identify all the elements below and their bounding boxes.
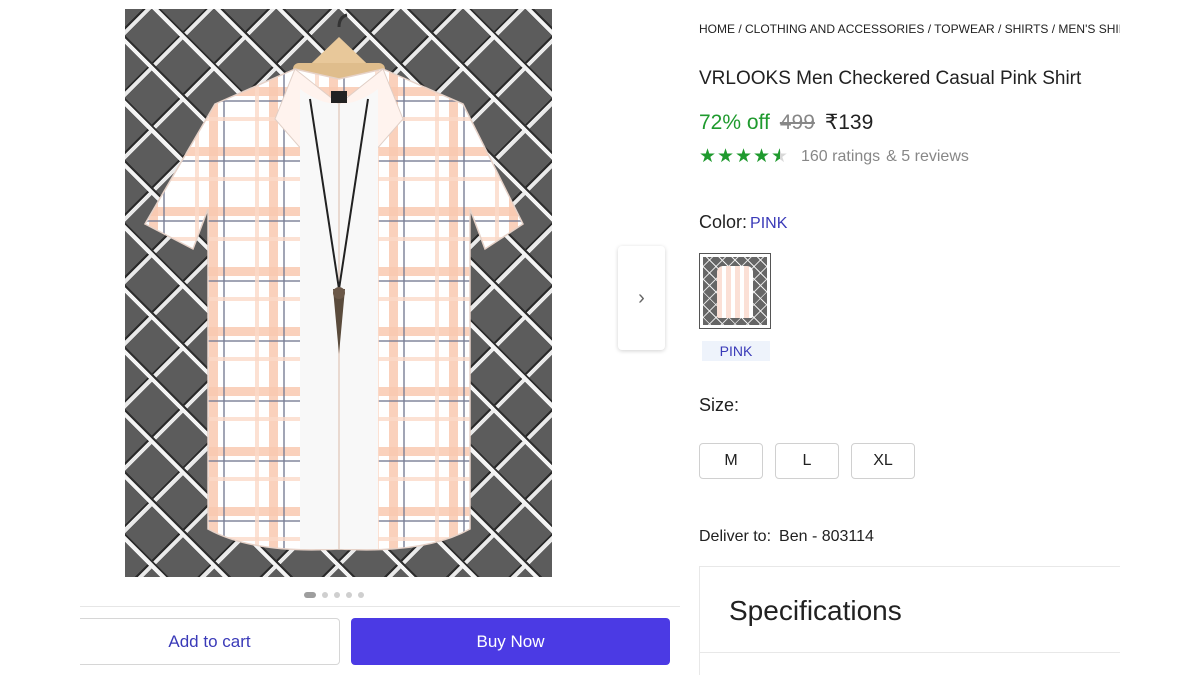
size-option-m[interactable]: M — [699, 443, 763, 479]
star-rating: ★ ★ ★ ★ ★ — [699, 146, 789, 167]
delivery-label: Deliver to: — [699, 528, 772, 545]
star-half-icon: ★ — [771, 146, 789, 167]
selling-price: ₹139 — [824, 111, 874, 134]
chevron-right-icon: › — [638, 286, 645, 309]
shirt-illustration — [143, 13, 524, 551]
size-option-l[interactable]: L — [775, 443, 839, 479]
star-icon: ★ — [753, 146, 771, 167]
add-to-cart-button[interactable]: Add to cart — [80, 618, 340, 665]
delivery-info[interactable]: Deliver to: Ben - 803114 — [699, 528, 874, 546]
color-swatch-pink[interactable] — [699, 253, 771, 329]
gallery-dot[interactable] — [304, 592, 316, 598]
gallery-dot[interactable] — [322, 592, 328, 598]
ratings-count: 160 ratings — [801, 148, 881, 165]
delivery-address: Ben - 803114 — [779, 528, 874, 545]
reviews-count: & 5 reviews — [886, 148, 969, 165]
swatch-caption: PINK — [702, 341, 770, 361]
gallery-pagination — [304, 592, 364, 598]
gallery-dot[interactable] — [358, 592, 364, 598]
product-image[interactable] — [125, 9, 552, 577]
specifications-section: Specifications — [699, 566, 1120, 675]
price-row: 72% off 499 ₹139 — [699, 110, 873, 135]
star-icon: ★ — [699, 146, 717, 167]
action-bar-divider — [80, 606, 680, 607]
rating-row[interactable]: ★ ★ ★ ★ ★ 160 ratings & 5 reviews — [699, 146, 969, 167]
next-image-button[interactable]: › — [618, 246, 665, 350]
specifications-divider — [700, 652, 1120, 653]
selected-color: PINK — [750, 215, 788, 232]
star-icon: ★ — [735, 146, 753, 167]
specifications-title: Specifications — [729, 595, 902, 626]
color-label-text: Color: — [699, 212, 748, 232]
gallery-dot[interactable] — [334, 592, 340, 598]
buy-now-button[interactable]: Buy Now — [351, 618, 670, 665]
gallery-dot[interactable] — [346, 592, 352, 598]
product-title: VRLOOKS Men Checkered Casual Pink Shirt — [699, 68, 1082, 89]
breadcrumb[interactable]: HOME / CLOTHING AND ACCESSORIES / TOPWEA… — [699, 22, 1120, 36]
original-price: 499 — [779, 111, 815, 134]
size-option-xl[interactable]: XL — [851, 443, 915, 479]
swatch-thumbnail — [703, 257, 767, 325]
star-icon: ★ — [717, 146, 735, 167]
size-label: Size: — [699, 395, 740, 415]
discount-label: 72% off — [699, 111, 770, 134]
color-label: Color: PINK — [699, 212, 787, 233]
